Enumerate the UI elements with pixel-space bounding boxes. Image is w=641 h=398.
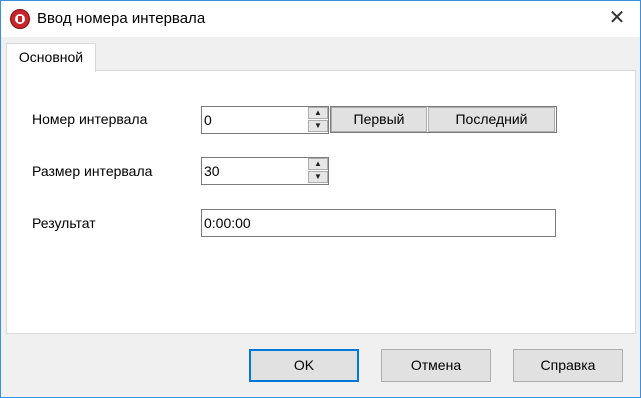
interval-number-label: Номер интервала xyxy=(32,111,148,127)
app-icon xyxy=(10,9,30,29)
interval-number-value: 0 xyxy=(204,112,212,128)
close-button[interactable]: ✕ xyxy=(594,1,640,37)
close-icon: ✕ xyxy=(608,7,626,29)
last-button[interactable]: Последний xyxy=(428,107,555,132)
interval-size-label: Размер интервала xyxy=(32,163,153,179)
result-field[interactable]: 0:00:00 xyxy=(201,209,556,237)
interval-size-value: 30 xyxy=(204,163,220,179)
title-bar[interactable]: Ввод номера интервала ✕ xyxy=(1,1,640,37)
result-label: Результат xyxy=(32,215,96,231)
interval-size-spinner: ▲ ▼ xyxy=(308,158,328,184)
spin-down-button[interactable]: ▼ xyxy=(308,171,328,183)
dialog-window: Ввод номера интервала ✕ Основной Номер и… xyxy=(0,0,641,398)
tab-panel-main: Номер интервала 0 ▲ ▼ Первый Последний Р… xyxy=(6,70,636,334)
tab-main[interactable]: Основной xyxy=(6,43,96,72)
spin-up-button[interactable]: ▲ xyxy=(308,158,328,170)
arrow-down-icon: ▼ xyxy=(314,121,322,130)
arrow-down-icon: ▼ xyxy=(314,172,322,181)
ok-button[interactable]: OK xyxy=(249,349,359,382)
interval-size-input[interactable]: 30 ▲ ▼ xyxy=(201,157,329,185)
first-button[interactable]: Первый xyxy=(331,107,427,132)
interval-number-spinner: ▲ ▼ xyxy=(308,107,328,133)
spin-up-button[interactable]: ▲ xyxy=(308,107,328,119)
window-title: Ввод номера интервала xyxy=(37,10,206,27)
cancel-button[interactable]: Отмена xyxy=(381,349,491,382)
result-value: 0:00:00 xyxy=(204,215,251,231)
spin-down-button[interactable]: ▼ xyxy=(308,120,328,132)
help-button[interactable]: Справка xyxy=(513,349,623,382)
arrow-up-icon: ▲ xyxy=(314,108,322,117)
tab-strip: Основной xyxy=(6,38,636,72)
interval-number-input[interactable]: 0 ▲ ▼ xyxy=(201,106,329,134)
arrow-up-icon: ▲ xyxy=(314,159,322,168)
